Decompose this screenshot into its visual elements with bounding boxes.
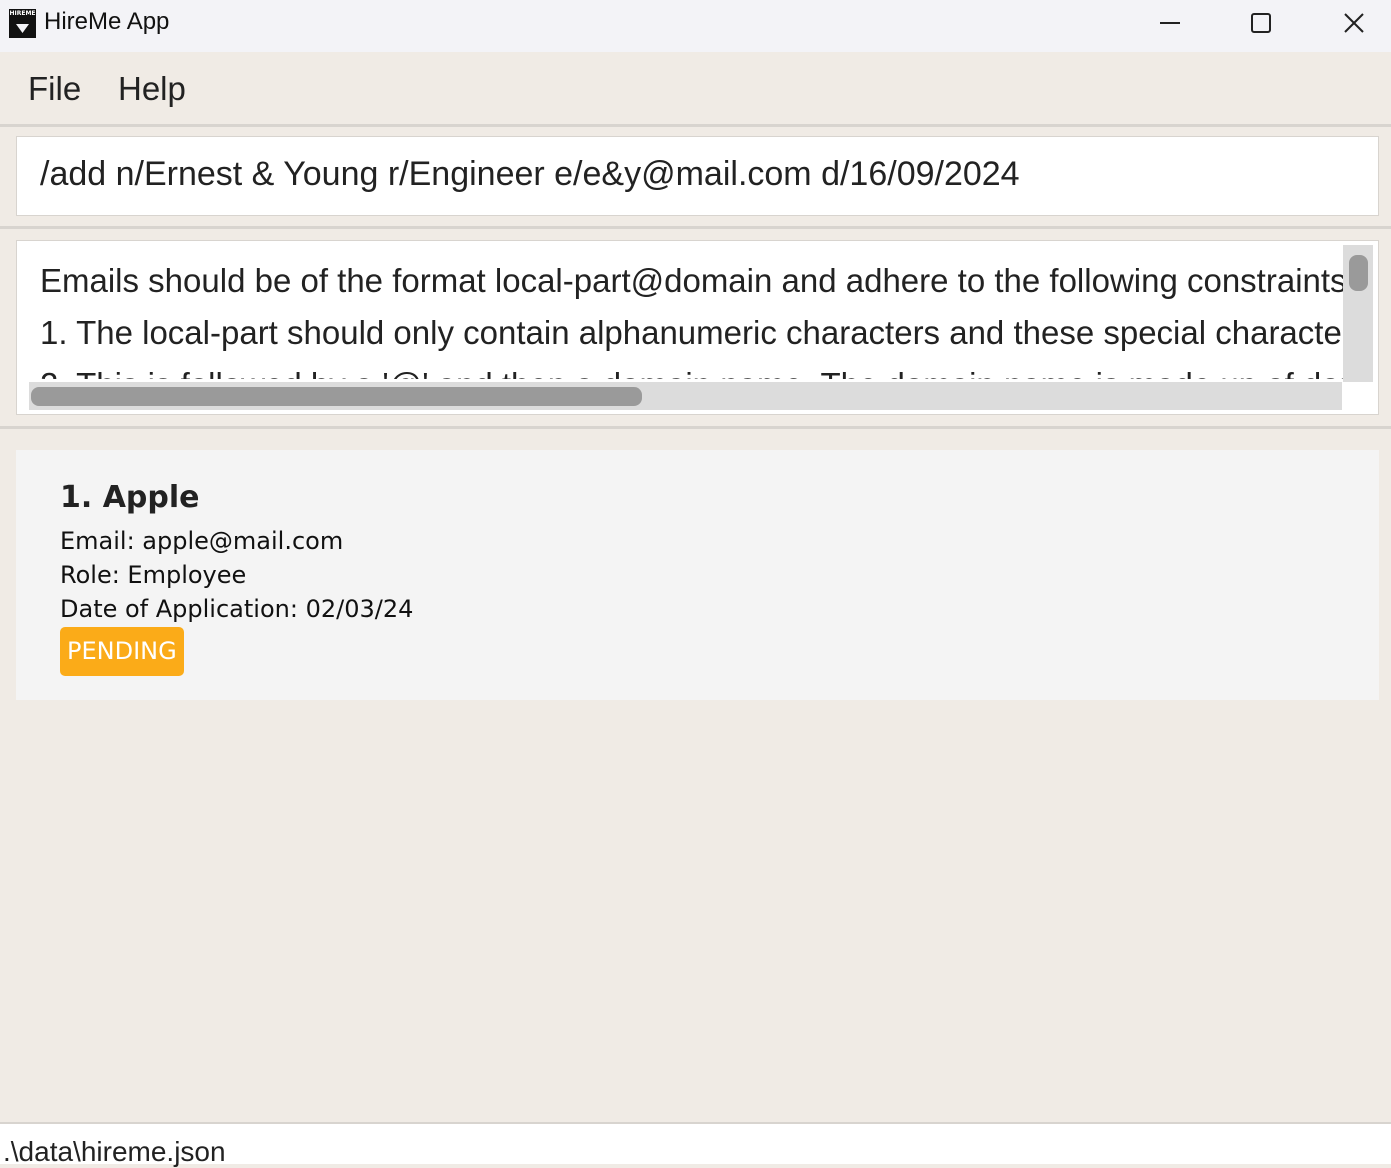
- menu-file[interactable]: File: [28, 70, 81, 108]
- application-card[interactable]: 1. Apple Email: apple@mail.com Role: Emp…: [16, 450, 1379, 700]
- menu-help[interactable]: Help: [118, 70, 186, 108]
- menu-bar: File Help: [0, 52, 1391, 125]
- minimize-icon: [1160, 22, 1180, 24]
- command-input[interactable]: /add n/Ernest & Young r/Engineer e/e&y@m…: [16, 136, 1379, 216]
- vertical-scrollbar-thumb[interactable]: [1349, 255, 1368, 291]
- status-badge: PENDING: [60, 627, 184, 676]
- horizontal-scrollbar[interactable]: [29, 382, 1342, 410]
- maximize-icon: [1251, 13, 1271, 33]
- title-bar: HIREME HireMe App: [0, 0, 1391, 52]
- app-logo-icon: HIREME: [9, 9, 36, 38]
- application-role: Role: Employee: [60, 561, 247, 589]
- maximize-button[interactable]: [1215, 0, 1307, 46]
- app-logo-label: HIREME: [9, 10, 36, 17]
- result-line: Emails should be of the format local-par…: [40, 262, 1343, 299]
- application-date: Date of Application: 02/03/24: [60, 595, 414, 623]
- command-divider: [0, 226, 1391, 229]
- close-icon: [1344, 13, 1364, 33]
- status-bar: .\data\hireme.json: [0, 1122, 1391, 1167]
- minimize-button[interactable]: [1124, 0, 1216, 46]
- close-button[interactable]: [1308, 0, 1391, 46]
- command-input-value: /add n/Ernest & Young r/Engineer e/e&y@m…: [40, 155, 1020, 193]
- result-line: 1. The local-part should only contain al…: [40, 314, 1343, 351]
- result-display[interactable]: Emails should be of the format local-par…: [16, 240, 1379, 415]
- application-email: Email: apple@mail.com: [60, 527, 344, 555]
- window-title: HireMe App: [44, 8, 170, 35]
- menu-divider: [0, 124, 1391, 127]
- application-title: 1. Apple: [60, 480, 200, 515]
- data-file-path: .\data\hireme.json: [3, 1136, 226, 1167]
- vertical-scrollbar[interactable]: [1343, 245, 1373, 382]
- horizontal-scrollbar-thumb[interactable]: [31, 387, 642, 406]
- result-text: Emails should be of the format local-par…: [40, 255, 1343, 379]
- result-line: 2. This is followed by a '@' and then a …: [40, 359, 1343, 379]
- result-divider: [0, 426, 1391, 429]
